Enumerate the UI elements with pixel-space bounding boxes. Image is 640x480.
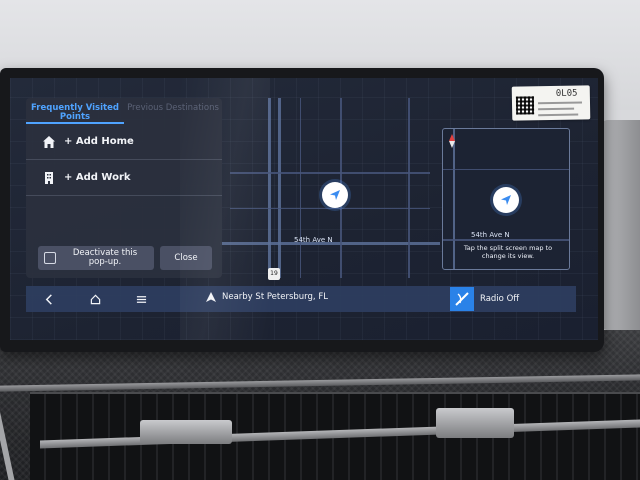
qr-code-icon [515, 96, 535, 115]
back-chevron-icon [45, 293, 52, 305]
favorites-panel: Frequently Visited Points Previous Desti… [26, 98, 222, 278]
location-arrow-icon [501, 195, 511, 205]
dashboard-side-trim [600, 120, 640, 330]
infotainment-screen: 54th Ave N 19 54th Ave N Tap the split s… [10, 78, 598, 340]
compass-icon[interactable] [447, 134, 457, 148]
split-street-label: 54th Ave N [471, 231, 510, 239]
map-road [408, 98, 410, 278]
panel-buttons: Deactivate this pop-up. Close [38, 246, 214, 270]
street-label: 54th Ave N [294, 236, 333, 244]
menu-button[interactable] [118, 286, 164, 312]
menu-icon [136, 295, 146, 303]
building-icon [45, 171, 53, 184]
map-road [443, 239, 569, 241]
deactivate-popup-button[interactable]: Deactivate this pop-up. [38, 246, 154, 270]
close-button[interactable]: Close [160, 246, 212, 270]
back-button[interactable] [26, 286, 72, 312]
tab-frequently-visited[interactable]: Frequently Visited Points [26, 98, 124, 124]
vent-adjust-tab-left[interactable] [140, 420, 232, 444]
radio-wave-icon [455, 292, 469, 306]
location-arrow-icon [330, 190, 340, 200]
nearby-location[interactable]: Nearby St Petersburg, FL [206, 292, 328, 302]
sticker-code: 0L05 [555, 88, 578, 99]
add-work-item[interactable]: + Add Work [26, 160, 222, 196]
add-home-label: + Add Home [64, 136, 134, 147]
radio-icon [450, 287, 474, 311]
map-road [230, 172, 430, 174]
dealer-sticker: 0L05 [511, 85, 591, 121]
map-road [268, 98, 271, 278]
split-location-marker [493, 187, 519, 213]
tab-previous-destinations[interactable]: Previous Destinations [124, 98, 222, 124]
map-road [300, 98, 301, 278]
add-work-label: + Add Work [64, 172, 131, 183]
bottom-bar: Nearby St Petersburg, FL Radio Off [26, 286, 576, 312]
route-shield: 19 [268, 268, 280, 280]
radio-label: Radio Off [480, 294, 520, 304]
map-road [278, 98, 281, 278]
sticker-text-line [538, 113, 579, 117]
home-button[interactable] [72, 286, 118, 312]
current-location-marker[interactable] [322, 182, 348, 208]
map-road [230, 208, 430, 209]
navigation-arrow-icon [206, 292, 216, 302]
sticker-text-line [538, 107, 575, 111]
sticker-text-line [537, 101, 583, 105]
home-outline-icon [90, 294, 100, 304]
split-screen-hint: Tap the split screen map to change its v… [463, 244, 553, 260]
home-icon [43, 135, 55, 148]
nearby-text: Nearby St Petersburg, FL [222, 292, 328, 302]
add-home-item[interactable]: + Add Home [26, 124, 222, 160]
vent-adjust-tab-right[interactable] [436, 408, 514, 438]
deactivate-label: Deactivate this pop-up. [72, 248, 138, 267]
map-road [443, 169, 569, 170]
deactivate-checkbox[interactable] [44, 252, 56, 264]
panel-tabs: Frequently Visited Points Previous Desti… [26, 98, 222, 124]
radio-status[interactable]: Radio Off [450, 286, 576, 312]
